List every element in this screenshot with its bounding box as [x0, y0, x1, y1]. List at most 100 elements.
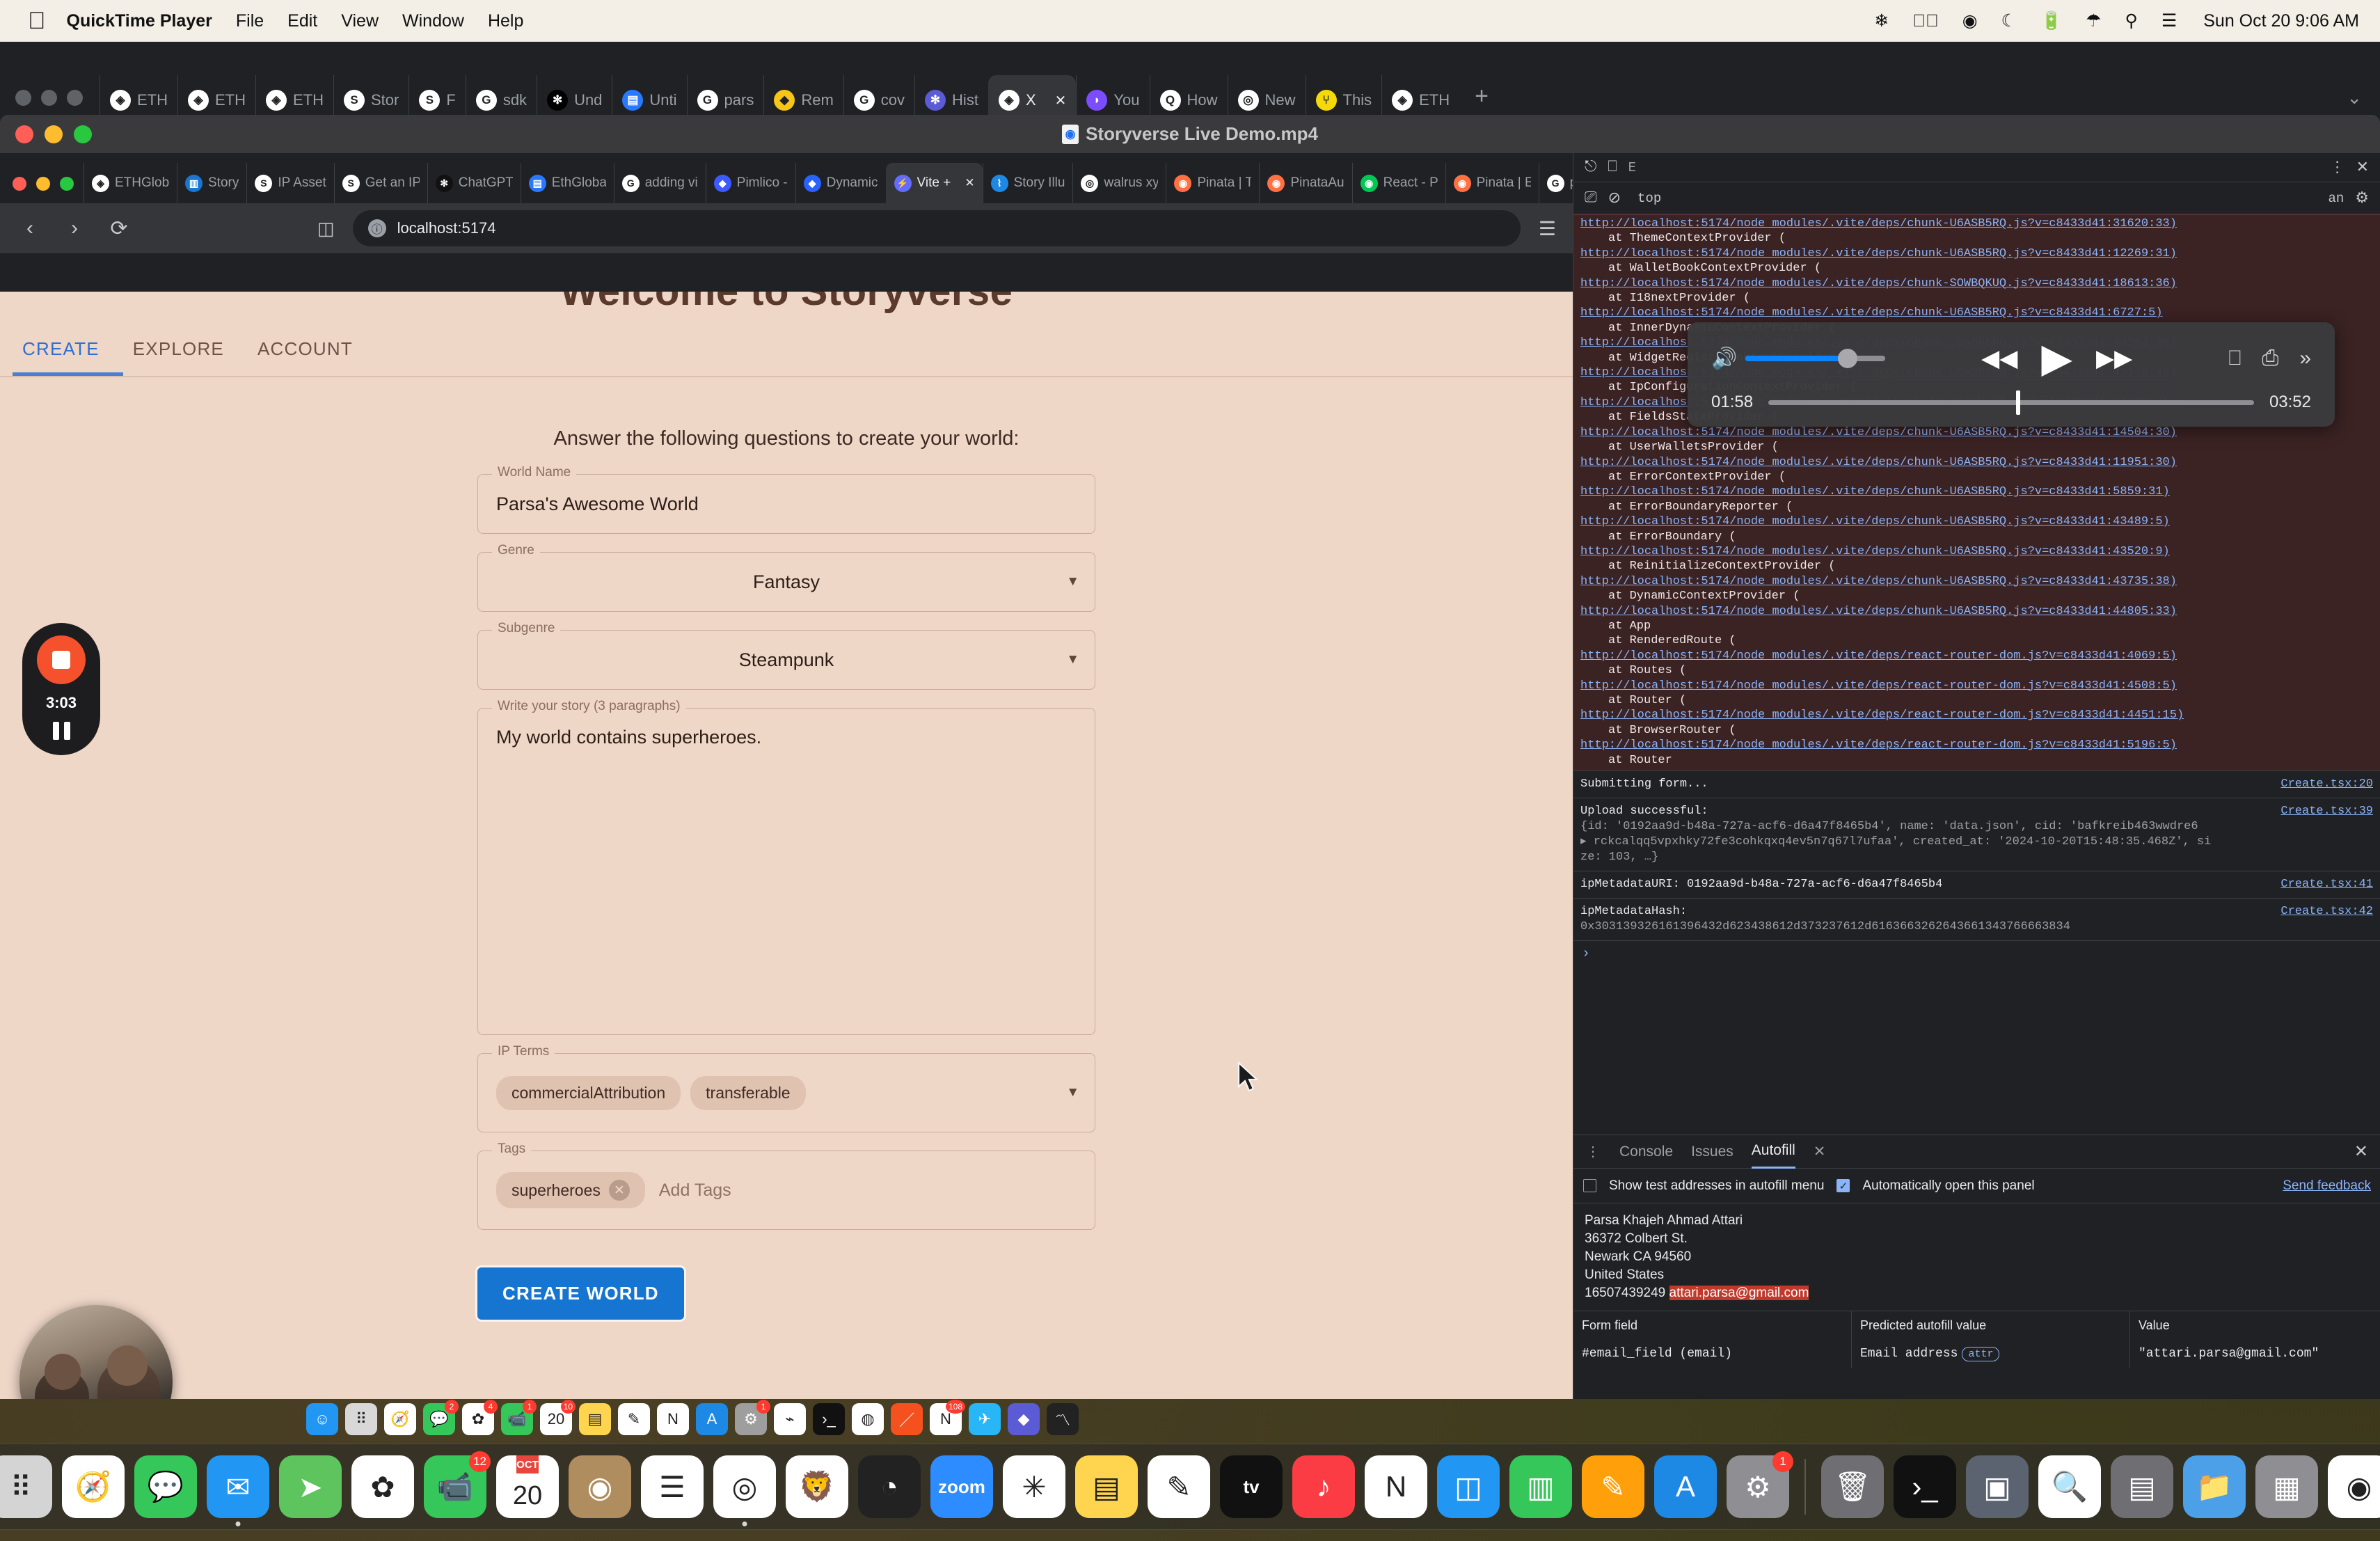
close-tab-icon[interactable]: ✕ [965, 176, 974, 190]
volume-knob[interactable] [1837, 349, 1857, 368]
face-id-icon[interactable]: ◉ [1962, 10, 1978, 31]
messages-icon[interactable]: 💬 2 [423, 1400, 459, 1435]
tags-field[interactable]: Tags superheroes ✕ Add Tags [477, 1141, 1095, 1230]
log-source-link[interactable]: Create.tsx:20 [2280, 777, 2373, 792]
minimize-button[interactable] [36, 177, 50, 191]
close-button[interactable] [13, 177, 26, 191]
browser-tab[interactable]: ▥ Story [177, 163, 246, 203]
fast-forward-button[interactable]: ▶▶ [2096, 345, 2132, 372]
calendar-icon[interactable]: 20 10 [540, 1400, 576, 1435]
freeform-icon[interactable]: ✎ [618, 1403, 650, 1435]
zoom-icon[interactable]: zoom [930, 1455, 993, 1518]
log-source-link[interactable]: Create.tsx:41 [2280, 877, 2373, 892]
stack-source-link[interactable]: http://localhost:5174/node_modules/.vite… [1580, 484, 2373, 499]
stack-source-link[interactable]: http://localhost:5174/node_modules/.vite… [1580, 679, 2373, 693]
stack-source-link[interactable]: http://localhost:5174/node_modules/.vite… [1580, 425, 2373, 440]
brave-icon[interactable]: 🦁 [786, 1455, 848, 1518]
rewind-button[interactable]: ◀◀ [1981, 345, 2017, 372]
volume-icon[interactable]: 🔊 [1711, 347, 1737, 371]
browser-tab[interactable]: ◉ Pinata | T [1166, 163, 1259, 203]
forward-button[interactable]: › [61, 216, 88, 240]
drawer-tab-console[interactable]: Console [1619, 1135, 1673, 1169]
tag-chip[interactable]: superheroes ✕ [496, 1172, 645, 1208]
back-button[interactable]: ‹ [17, 216, 43, 240]
devtools-panel-label[interactable]: E [1628, 160, 1636, 175]
console-prompt[interactable]: › [1573, 940, 2380, 967]
stack-source-link[interactable]: http://localhost:5174/node_modules/.vite… [1580, 574, 2373, 589]
menu-item-view[interactable]: View [341, 11, 379, 31]
launchpad-icon[interactable]: ⠿ [345, 1403, 377, 1435]
stack-source-link[interactable]: http://localhost:5174/node_modules/.vite… [1580, 306, 2373, 320]
notion-icon[interactable]: N 108 [930, 1400, 965, 1435]
drawer-close-icon[interactable]: ✕ [2354, 1141, 2368, 1162]
downloads-icon[interactable]: ▤ [2111, 1455, 2173, 1518]
freeform-icon[interactable]: ✎ [1148, 1455, 1210, 1518]
close-tab-icon[interactable]: ✕ [1055, 92, 1067, 109]
launchpad-icon[interactable]: ⠿ [0, 1455, 52, 1518]
genre-select[interactable]: Genre Fantasy ▼ [477, 543, 1095, 612]
menu-clock[interactable]: Sun Oct 20 9:06 AM [2203, 11, 2359, 31]
wifi-icon[interactable]: ☂ [2086, 10, 2101, 31]
menu-item-help[interactable]: Help [488, 11, 523, 31]
reminders-icon[interactable]: ☰ [641, 1455, 704, 1518]
browser-tab[interactable]: ◆ Dynamic [795, 163, 886, 203]
ip-terms-select[interactable]: IP Terms commercialAttribution transfera… [477, 1044, 1095, 1132]
stack-source-link[interactable]: http://localhost:5174/node_modules/.vite… [1580, 216, 2373, 231]
subgenre-select[interactable]: Subgenre Steampunk ▼ [477, 621, 1095, 690]
browser-tab[interactable]: S Get an IP [333, 163, 427, 203]
contacts-icon[interactable]: ◉ [569, 1455, 631, 1518]
news-icon[interactable]: N [657, 1403, 689, 1435]
news-icon[interactable]: N [1365, 1455, 1427, 1518]
finder-icon[interactable]: ☺ [306, 1403, 338, 1435]
zoom-button[interactable] [67, 90, 83, 106]
chrome-icon[interactable]: ◎ [713, 1455, 776, 1526]
terminal-icon[interactable]: ›_ [813, 1403, 845, 1435]
quicktime-icon[interactable]: ◉ [2328, 1455, 2380, 1518]
arc-icon[interactable]: ◍ [852, 1403, 884, 1435]
notes-icon[interactable]: ▤ [579, 1403, 611, 1435]
play-circle-icon[interactable]: ▶⃝ [1912, 11, 1939, 31]
control-center-icon[interactable]: ☰ [2161, 10, 2177, 31]
log-source-link[interactable]: Create.tsx:42 [2280, 904, 2373, 935]
tab-account[interactable]: ACCOUNT [248, 329, 376, 376]
screen-recorder-widget[interactable]: 3:03 [22, 623, 100, 755]
warp-icon[interactable]: ／ [891, 1403, 923, 1435]
stack-source-link[interactable]: http://localhost:5174/node_modules/.vite… [1580, 544, 2373, 559]
trash-icon[interactable]: 🗑 [1821, 1455, 1884, 1518]
console-context-selector[interactable]: top [1632, 189, 1667, 207]
zoom-button[interactable] [60, 177, 74, 191]
stack-source-link[interactable]: http://localhost:5174/node_modules/.vite… [1580, 514, 2373, 529]
browser-tab[interactable]: ◎ walrus xy [1072, 163, 1166, 203]
battery-charging-icon[interactable]: 🔋 [2040, 11, 2062, 31]
url-input[interactable]: ⓘ localhost:5174 [352, 210, 1521, 246]
browser-tab[interactable]: ▤ EthGloba [520, 163, 614, 203]
world-name-field[interactable]: World Name Parsa's Awesome World [477, 465, 1095, 534]
facetime-icon[interactable]: 📹 12 [424, 1451, 491, 1518]
drawer-tab-close-icon[interactable]: ✕ [1814, 1135, 1826, 1169]
folder-icon[interactable]: 📁 [2183, 1455, 2246, 1518]
settings-icon[interactable]: ⚙ 1 [1727, 1451, 1793, 1518]
log-source-link[interactable]: Create.tsx:39 [2280, 804, 2373, 865]
calendar-icon[interactable]: OCT 20 [496, 1455, 559, 1518]
clear-console-icon[interactable]: ⊘ [1608, 189, 1621, 207]
numbers-icon[interactable]: ▥ [1509, 1455, 1572, 1518]
more-options-icon[interactable]: » [2299, 347, 2311, 370]
devtools-close-icon[interactable]: ✕ [2356, 159, 2369, 177]
device-toolbar-icon[interactable]: ⎕ [1608, 159, 1617, 176]
browser-tab[interactable]: ⌇ Story Illu [982, 163, 1073, 203]
preview-icon[interactable]: 🔍 [2038, 1455, 2101, 1518]
browser-tab[interactable]: ◉ PinataAu [1259, 163, 1351, 203]
gear-icon[interactable]: ⚙ [2355, 189, 2369, 207]
playhead[interactable] [2015, 390, 2020, 415]
stack-source-link[interactable]: http://localhost:5174/node_modules/.vite… [1580, 708, 2373, 722]
browser-tab[interactable]: ◉ Pinata | E [1445, 163, 1539, 203]
figma-icon[interactable]: ◔ [858, 1455, 921, 1518]
browser-tab[interactable]: ✻ ChatGPT [427, 163, 521, 203]
chevron-down-icon[interactable]: ▼ [1066, 574, 1079, 590]
safari-icon[interactable]: 🧭 [384, 1403, 416, 1435]
console-sidebar-icon[interactable]: ⎚ [1585, 189, 1597, 207]
ip-term-chip[interactable]: transferable [690, 1075, 806, 1110]
recorded-window-controls[interactable] [13, 177, 74, 203]
menu-item-window[interactable]: Window [402, 11, 464, 31]
show-test-addresses-checkbox[interactable] [1583, 1179, 1596, 1192]
